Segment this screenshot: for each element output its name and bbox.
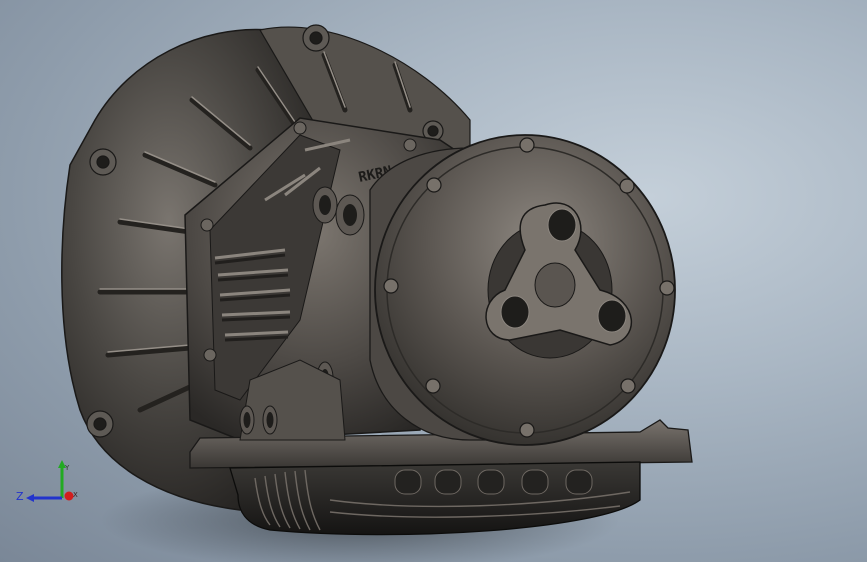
z-axis-label: Z [16,490,24,503]
graphics-viewport[interactable]: RKRN Z Y X [0,0,867,562]
tail-housing[interactable] [369,134,676,446]
z-axis-arrow [26,494,34,502]
transmission-3d-model[interactable]: RKRN [0,0,867,562]
x-axis-label: X [73,491,78,499]
orientation-triad[interactable]: Z Y X [14,458,84,508]
y-axis-label: Y [64,464,70,472]
